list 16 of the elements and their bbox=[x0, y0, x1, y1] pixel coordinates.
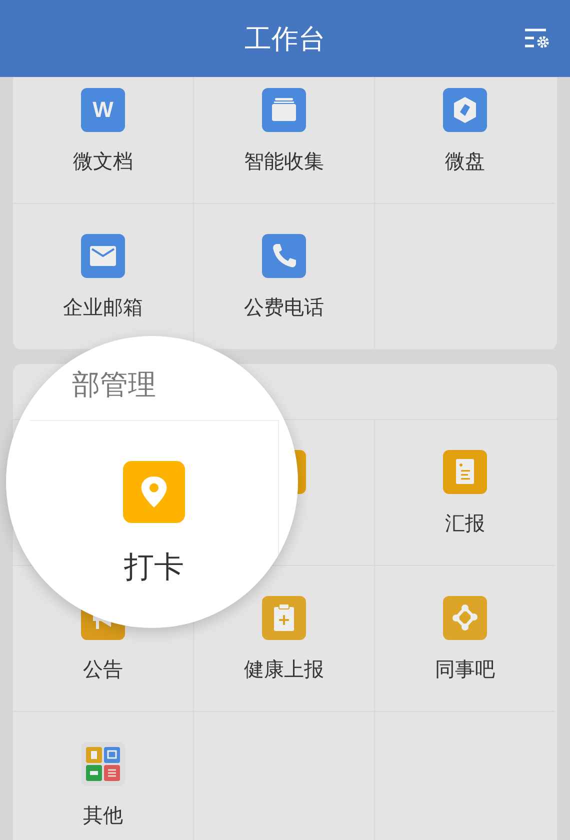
app-label[interactable]: 企业邮箱 bbox=[63, 294, 143, 321]
app-label[interactable]: 微盘 bbox=[445, 148, 485, 175]
app-label[interactable]: 其他 bbox=[83, 802, 123, 829]
app-label[interactable]: 打卡 bbox=[124, 547, 184, 588]
app-label[interactable]: 智能收集 bbox=[244, 148, 324, 175]
list-settings-icon[interactable] bbox=[524, 28, 550, 50]
app-label[interactable]: 同事吧 bbox=[435, 656, 495, 683]
app-label[interactable]: 公费电话 bbox=[244, 294, 324, 321]
app-label[interactable]: 公告 bbox=[83, 656, 123, 683]
app-grid-icon bbox=[81, 742, 125, 786]
app-label[interactable]: 汇报 bbox=[445, 510, 485, 537]
section-title: 部管理 bbox=[72, 367, 156, 403]
icon-letter: W bbox=[92, 97, 114, 123]
app-label[interactable]: 微文档 bbox=[73, 148, 133, 175]
page-title: 工作台 bbox=[244, 22, 326, 56]
app-label[interactable]: 健康上报 bbox=[244, 656, 324, 683]
